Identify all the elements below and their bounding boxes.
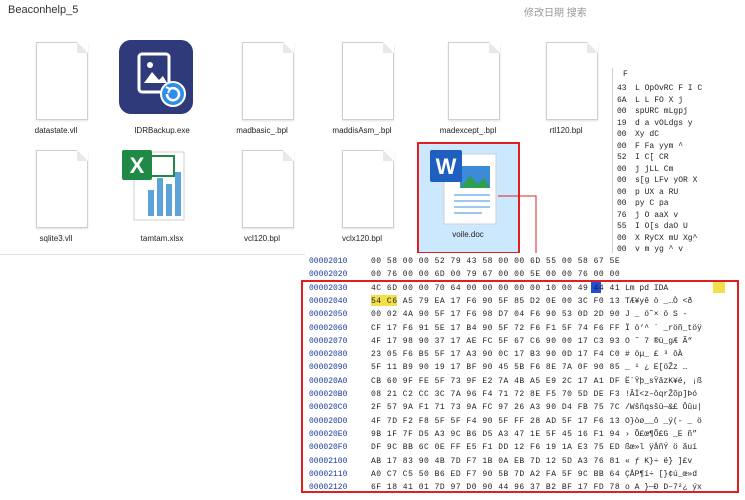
file-rtl120[interactable]: rtl120.bpl: [518, 42, 614, 135]
blank-document-icon: [242, 150, 294, 228]
blank-document-icon: [448, 42, 500, 120]
blank-document-icon: [546, 42, 598, 120]
file-vclx120[interactable]: vclx120.bpl: [314, 150, 410, 243]
hex-side-panel: F 43 L OpOvRC F I C 6A L L FO X j 00 spURC mL…: [612, 68, 745, 254]
svg-text:W: W: [436, 154, 457, 179]
file-label: maddisAsm_.bpl: [332, 126, 392, 135]
file-label: madbasic_.bpl: [236, 126, 288, 135]
file-vcl120[interactable]: vcl120.bpl: [214, 150, 310, 243]
file-label: vcl120.bpl: [243, 234, 281, 243]
file-maddisasm[interactable]: maddisAsm_.bpl: [314, 42, 410, 135]
excel-icon: X: [122, 150, 185, 221]
file-idrbackup[interactable]: IDRBackup.exe: [114, 40, 210, 135]
file-tamtam[interactable]: X tamtam.xlsx: [114, 150, 210, 243]
file-datastate[interactable]: datastate.vll: [8, 42, 104, 135]
blank-document-icon: [342, 42, 394, 120]
file-label: IDRBackup.exe: [134, 126, 190, 135]
file-madbasic[interactable]: madbasic_.bpl: [214, 42, 310, 135]
hex-row-bytes: 00 58 00 00 52 79 43 58 00 00 6D 55 00 5…: [371, 257, 621, 266]
file-label: rtl120.bpl: [549, 126, 583, 135]
header-corner-text: 修改日期 搜索: [524, 8, 587, 19]
file-madexcept[interactable]: madexcept_.bpl: [420, 42, 516, 135]
file-label: vclx120.bpl: [341, 234, 383, 243]
word-icon: W: [430, 150, 497, 225]
blank-document-icon: [36, 42, 88, 120]
file-label: sqlite3.vll: [39, 234, 73, 243]
file-sqlite3[interactable]: sqlite3.vll: [8, 150, 104, 243]
app-restore-icon: [119, 40, 193, 114]
svg-text:X: X: [130, 153, 145, 178]
file-label: madexcept_.bpl: [439, 126, 497, 135]
blank-document-icon: [242, 42, 294, 120]
hex-selection-frame: [301, 280, 739, 493]
hex-row-addr: 00002010: [309, 257, 348, 266]
blank-document-icon: [36, 150, 88, 228]
blank-document-icon: [342, 150, 394, 228]
file-label: tamtam.xlsx: [140, 234, 184, 243]
file-label: datastate.vll: [34, 126, 78, 135]
folder-title: Beaconhelp_5: [8, 4, 79, 16]
